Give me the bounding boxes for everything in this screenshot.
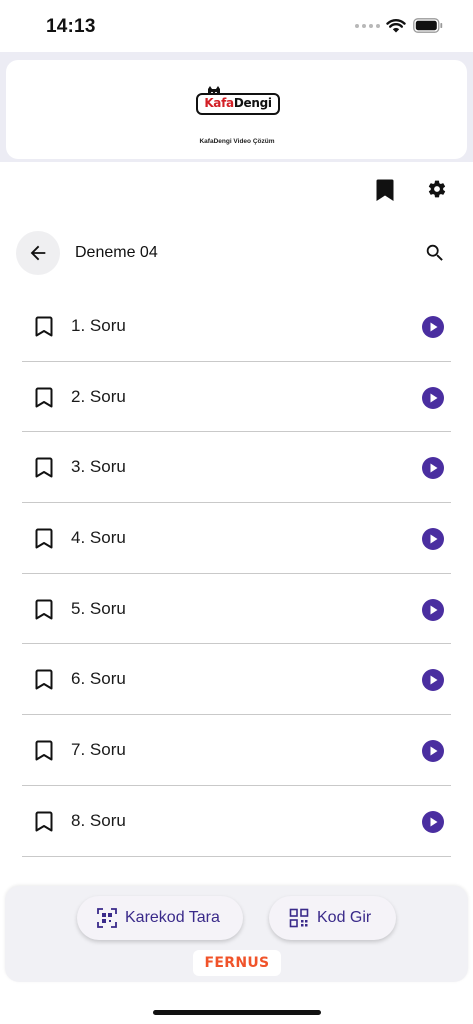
list-item[interactable]: 7. Soru — [0, 715, 473, 786]
search-icon[interactable] — [424, 242, 446, 264]
list-item[interactable]: 8. Soru — [0, 786, 473, 857]
qr-scan-icon — [97, 908, 117, 928]
question-label: 7. Soru — [71, 740, 126, 760]
banner-image: KafaDengi KafaDengi Video Çözüm — [46, 64, 428, 156]
bookmark-outline-icon[interactable] — [35, 316, 53, 337]
play-icon[interactable] — [422, 810, 444, 833]
fernus-logo: FERNUS — [193, 950, 281, 976]
list-item[interactable]: 6. Soru — [0, 644, 473, 716]
bookmark-outline-icon[interactable] — [35, 811, 53, 832]
question-label: 5. Soru — [71, 598, 126, 618]
bookmark-outline-icon[interactable] — [35, 740, 53, 761]
question-label: 1. Soru — [71, 316, 126, 335]
logo-kafa-text: Kafa — [204, 96, 234, 110]
bookmark-outline-icon[interactable] — [35, 669, 53, 690]
battery-icon — [413, 18, 443, 33]
play-icon[interactable] — [422, 598, 444, 621]
list-item[interactable]: 3. Soru — [0, 432, 473, 504]
back-button[interactable] — [16, 231, 60, 275]
play-icon[interactable] — [422, 528, 444, 551]
scan-qr-button[interactable]: Karekod Tara — [77, 896, 243, 940]
gear-icon[interactable] — [427, 179, 447, 199]
back-arrow-icon — [30, 245, 46, 261]
bookmark-outline-icon[interactable] — [35, 528, 53, 549]
bookmark-outline-icon[interactable] — [35, 387, 53, 408]
qr-code-icon — [289, 908, 309, 928]
home-indicator — [153, 1010, 321, 1015]
play-icon[interactable] — [422, 386, 444, 409]
banner-caption: KafaDengi Video Çözüm — [199, 138, 275, 145]
bookmark-outline-icon[interactable] — [35, 599, 53, 620]
play-icon[interactable] — [422, 316, 444, 338]
enter-code-button[interactable]: Kod Gir — [269, 896, 396, 940]
list-item[interactable]: 2. Soru — [0, 362, 473, 433]
enter-code-label: Kod Gir — [317, 909, 372, 926]
logo-dengi-text: Dengi — [233, 96, 272, 110]
bookmark-outline-icon[interactable] — [35, 457, 53, 478]
question-label: 8. Soru — [71, 810, 126, 830]
scan-qr-label: Karekod Tara — [125, 909, 220, 926]
divider — [22, 855, 451, 857]
banner-area: KafaDengi KafaDengi Video Çözüm — [0, 52, 473, 162]
bottom-action-panel: Karekod Tara Kod Gir FERNUS — [5, 886, 468, 982]
question-list: 1. Soru 2. Soru 3. Soru 4. Soru 5. Soru … — [0, 291, 473, 857]
list-item[interactable]: 4. Soru — [0, 503, 473, 574]
question-label: 2. Soru — [71, 386, 126, 406]
status-time: 14:13 — [46, 16, 96, 37]
page-title: Deneme 04 — [75, 244, 158, 261]
signal-icon — [355, 24, 380, 28]
banner-card: KafaDengi KafaDengi Video Çözüm — [6, 60, 467, 159]
kafadengi-logo: KafaDengi — [196, 93, 280, 115]
play-icon[interactable] — [422, 740, 444, 763]
list-item[interactable]: 5. Soru — [0, 574, 473, 645]
list-item[interactable]: 1. Soru — [0, 291, 473, 362]
wifi-icon — [386, 19, 406, 33]
question-label: 3. Soru — [71, 457, 126, 477]
status-bar: 14:13 — [0, 0, 473, 52]
play-icon[interactable] — [422, 457, 444, 480]
bookmark-icon[interactable] — [374, 178, 396, 202]
question-label: 4. Soru — [71, 528, 126, 548]
question-label: 6. Soru — [71, 669, 126, 689]
play-icon[interactable] — [422, 669, 444, 692]
